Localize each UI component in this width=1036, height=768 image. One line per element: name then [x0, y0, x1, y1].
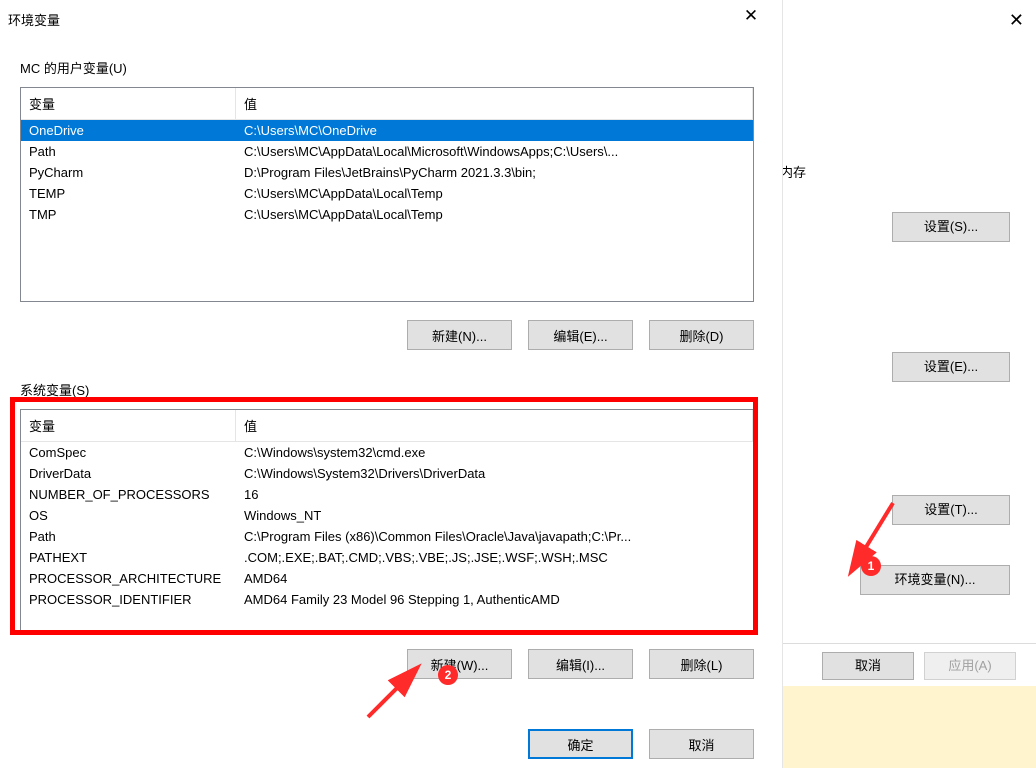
cancel-button[interactable]: 取消 — [649, 729, 754, 759]
var-value: AMD64 Family 23 Model 96 Stepping 1, Aut… — [236, 589, 753, 610]
close-icon[interactable]: ✕ — [1009, 10, 1024, 31]
apply-button: 应用(A) — [924, 652, 1016, 680]
dialog-buttons: 确定 取消 — [0, 729, 782, 759]
table-row[interactable]: PyCharmD:\Program Files\JetBrains\PyChar… — [21, 162, 753, 183]
system-delete-button[interactable]: 删除(L) — [649, 649, 754, 679]
env-vars-button[interactable]: 环境变量(N)... — [860, 565, 1010, 595]
var-value: D:\Program Files\JetBrains\PyCharm 2021.… — [236, 162, 753, 183]
var-value: 16 — [236, 484, 753, 505]
var-name: OS — [21, 505, 236, 526]
var-name: Path — [21, 141, 236, 162]
table-row[interactable]: NUMBER_OF_PROCESSORS16 — [21, 484, 753, 505]
var-value: AMD64 — [236, 568, 753, 589]
var-name: PROCESSOR_ARCHITECTURE — [21, 568, 236, 589]
var-name: Path — [21, 526, 236, 547]
system-edit-button[interactable]: 编辑(I)... — [528, 649, 633, 679]
cancel-button[interactable]: 取消 — [822, 652, 914, 680]
system-buttons-row: 新建(W)... 编辑(I)... 删除(L) — [20, 649, 754, 679]
table-row[interactable]: OSWindows_NT — [21, 505, 753, 526]
var-value: C:\Users\MC\AppData\Local\Temp — [236, 183, 753, 204]
table-row[interactable]: PROCESSOR_ARCHITECTUREAMD64 — [21, 568, 753, 589]
user-vars-label: MC 的用户变量(U) — [20, 58, 754, 77]
user-vars-listbox[interactable]: 变量 值 OneDriveC:\Users\MC\OneDrivePathC:\… — [20, 87, 754, 302]
col-value[interactable]: 值 — [236, 410, 753, 441]
table-row[interactable]: TEMPC:\Users\MC\AppData\Local\Temp — [21, 183, 753, 204]
var-value: C:\Users\MC\OneDrive — [236, 120, 753, 141]
user-new-button[interactable]: 新建(N)... — [407, 320, 512, 350]
system-properties-dialog: ✕ 内存 设置(S)... 设置(E)... 设置(T)... 环境变量(N).… — [780, 0, 1036, 768]
var-value: C:\Windows\system32\cmd.exe — [236, 442, 753, 463]
var-value: C:\Windows\System32\Drivers\DriverData — [236, 463, 753, 484]
var-name: ComSpec — [21, 442, 236, 463]
settings-t-button[interactable]: 设置(T)... — [892, 495, 1010, 525]
var-name: PATHEXT — [21, 547, 236, 568]
col-variable[interactable]: 变量 — [21, 88, 236, 119]
environment-variables-dialog: 环境变量 ✕ MC 的用户变量(U) 变量 值 OneDriveC:\Users… — [0, 0, 783, 768]
table-row[interactable]: PROCESSOR_IDENTIFIERAMD64 Family 23 Mode… — [21, 589, 753, 610]
user-buttons-row: 新建(N)... 编辑(E)... 删除(D) — [20, 320, 754, 350]
list-header: 变量 值 — [21, 88, 753, 120]
var-value: Windows_NT — [236, 505, 753, 526]
table-row[interactable]: PathC:\Program Files (x86)\Common Files\… — [21, 526, 753, 547]
system-vars-listbox[interactable]: 变量 值 ComSpecC:\Windows\system32\cmd.exeD… — [20, 409, 754, 631]
titlebar: 环境变量 ✕ — [0, 0, 782, 38]
close-icon[interactable]: ✕ — [728, 0, 774, 32]
table-row[interactable]: OneDriveC:\Users\MC\OneDrive — [21, 120, 753, 141]
var-name: PyCharm — [21, 162, 236, 183]
dialog-title: 环境变量 — [8, 10, 60, 29]
ok-button[interactable]: 确定 — [528, 729, 633, 759]
table-row[interactable]: TMPC:\Users\MC\AppData\Local\Temp — [21, 204, 753, 225]
memory-label: 内存 — [780, 162, 806, 181]
var-value: C:\Users\MC\AppData\Local\Temp — [236, 204, 753, 225]
var-value: C:\Program Files (x86)\Common Files\Orac… — [236, 526, 753, 547]
user-delete-button[interactable]: 删除(D) — [649, 320, 754, 350]
system-new-button[interactable]: 新建(W)... — [407, 649, 512, 679]
col-variable[interactable]: 变量 — [21, 410, 236, 441]
var-name: TEMP — [21, 183, 236, 204]
var-name: OneDrive — [21, 120, 236, 141]
user-edit-button[interactable]: 编辑(E)... — [528, 320, 633, 350]
user-vars-body: OneDriveC:\Users\MC\OneDrivePathC:\Users… — [21, 120, 753, 301]
list-header: 变量 值 — [21, 410, 753, 442]
table-row[interactable]: PathC:\Users\MC\AppData\Local\Microsoft\… — [21, 141, 753, 162]
table-row[interactable]: PATHEXT.COM;.EXE;.BAT;.CMD;.VBS;.VBE;.JS… — [21, 547, 753, 568]
var-value: C:\Users\MC\AppData\Local\Microsoft\Wind… — [236, 141, 753, 162]
dialog-footer: 取消 应用(A) — [776, 643, 1036, 685]
system-vars-label: 系统变量(S) — [20, 380, 754, 399]
footer-strip — [780, 686, 1036, 768]
col-value[interactable]: 值 — [236, 88, 753, 119]
table-row[interactable]: ComSpecC:\Windows\system32\cmd.exe — [21, 442, 753, 463]
table-row[interactable]: DriverDataC:\Windows\System32\Drivers\Dr… — [21, 463, 753, 484]
var-name: TMP — [21, 204, 236, 225]
var-name: DriverData — [21, 463, 236, 484]
var-name: PROCESSOR_IDENTIFIER — [21, 589, 236, 610]
var-name: NUMBER_OF_PROCESSORS — [21, 484, 236, 505]
var-value: .COM;.EXE;.BAT;.CMD;.VBS;.VBE;.JS;.JSE;.… — [236, 547, 753, 568]
settings-s-button[interactable]: 设置(S)... — [892, 212, 1010, 242]
settings-e-button[interactable]: 设置(E)... — [892, 352, 1010, 382]
system-vars-body: ComSpecC:\Windows\system32\cmd.exeDriver… — [21, 442, 753, 630]
